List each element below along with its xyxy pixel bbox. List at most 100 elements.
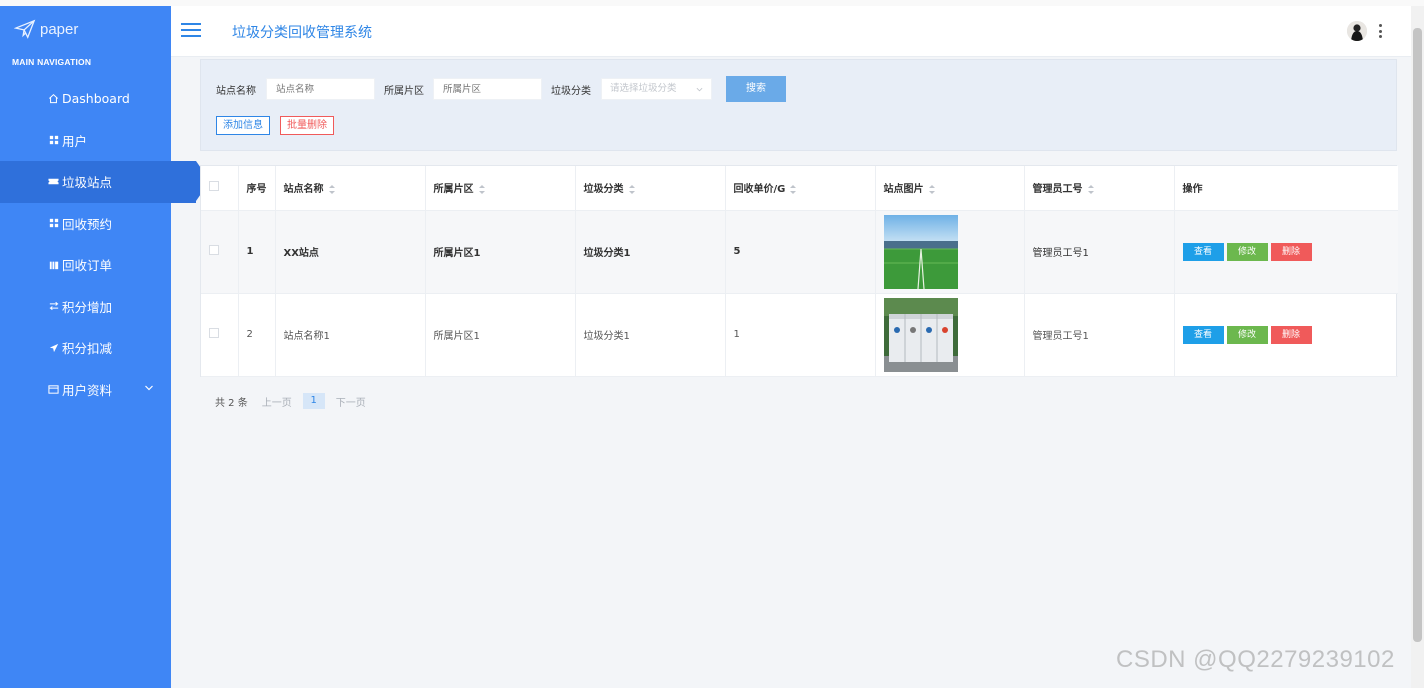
logo[interactable]: paper bbox=[14, 18, 78, 40]
sidebar-item-dashboard[interactable]: Dashboard bbox=[0, 78, 171, 120]
col-category-label: 垃圾分类 bbox=[583, 184, 624, 196]
sidebar-item-label: 用户资料 bbox=[62, 382, 113, 398]
sidebar-item-label: 回收订单 bbox=[62, 258, 113, 274]
category-label: 垃圾分类 bbox=[551, 86, 591, 97]
row-admin-id: 管理员工号1 bbox=[1024, 293, 1175, 377]
row-select-cell bbox=[201, 293, 239, 377]
sidebar-item-points-increase[interactable]: 积分增加 bbox=[0, 286, 171, 328]
search-button[interactable]: 搜索 bbox=[726, 76, 786, 102]
row-index: 2 bbox=[238, 293, 276, 377]
row-admin-id: 管理员工号1 bbox=[1024, 210, 1175, 294]
category-select-placeholder: 请选择垃圾分类 bbox=[610, 83, 677, 94]
row-category: 垃圾分类1 bbox=[575, 293, 726, 377]
station-name-label: 站点名称 bbox=[216, 86, 256, 97]
row-index: 1 bbox=[238, 210, 276, 294]
edit-button[interactable]: 修改 bbox=[1226, 325, 1268, 344]
delete-button[interactable]: 删除 bbox=[1270, 242, 1312, 261]
page-scrollbar[interactable] bbox=[1411, 6, 1424, 688]
sidebar-item-recycle-appointments[interactable]: 回收预约 bbox=[0, 203, 171, 245]
ticket-icon bbox=[47, 175, 60, 188]
row-category: 垃圾分类1 bbox=[575, 210, 726, 294]
col-price-label: 回收单价/G bbox=[733, 184, 786, 196]
col-station-name[interactable]: 站点名称 bbox=[275, 166, 426, 211]
sort-icon[interactable] bbox=[790, 184, 797, 194]
sort-icon[interactable] bbox=[328, 184, 335, 194]
col-image-label: 站点图片 bbox=[883, 184, 924, 196]
grid-icon bbox=[47, 134, 60, 147]
main-navigation: Dashboard 用户 垃圾站点 回收预约 回收订单 积分增加 积分扣减 用户… bbox=[0, 78, 210, 411]
col-admin-id[interactable]: 管理员工号 bbox=[1024, 166, 1175, 211]
col-area[interactable]: 所属片区 bbox=[425, 166, 576, 211]
row-area: 所属片区1 bbox=[425, 210, 576, 294]
grass-field-photo[interactable] bbox=[883, 214, 958, 289]
sort-icon[interactable] bbox=[1087, 184, 1094, 194]
add-info-button[interactable]: 添加信息 bbox=[216, 116, 270, 135]
area-input[interactable] bbox=[433, 78, 542, 100]
sidebar-item-points-deduct[interactable]: 积分扣减 bbox=[0, 327, 171, 369]
sort-icon[interactable] bbox=[928, 184, 935, 194]
prev-page-button[interactable]: 上一页 bbox=[262, 394, 292, 409]
logo-text: paper bbox=[40, 20, 79, 38]
menu-toggle-icon[interactable] bbox=[181, 23, 201, 39]
station-name-input[interactable] bbox=[266, 78, 375, 100]
area-label: 所属片区 bbox=[384, 86, 424, 97]
row-price: 1 bbox=[725, 293, 876, 377]
scrollbar-thumb[interactable] bbox=[1413, 28, 1422, 642]
col-admin-id-label: 管理员工号 bbox=[1032, 184, 1083, 196]
edit-button[interactable]: 修改 bbox=[1226, 242, 1268, 261]
table-header-row: 序号 站点名称 所属片区 垃圾分类 回收单价/G 站点图片 管理员工号 操作 bbox=[201, 166, 1398, 211]
recycling-bins-photo[interactable] bbox=[883, 297, 958, 372]
col-station-name-label: 站点名称 bbox=[283, 184, 324, 196]
watermark: CSDN @QQ2279239102 bbox=[1116, 646, 1395, 673]
select-all-checkbox[interactable] bbox=[209, 181, 219, 192]
sidebar: paper MAIN NAVIGATION Dashboard 用户 垃圾站点 … bbox=[0, 6, 210, 688]
next-page-button[interactable]: 下一页 bbox=[336, 394, 366, 409]
view-button[interactable]: 查看 bbox=[1182, 242, 1224, 261]
row-select-cell bbox=[201, 210, 239, 294]
row-checkbox[interactable] bbox=[209, 245, 219, 255]
row-area: 所属片区1 bbox=[425, 293, 576, 377]
view-button[interactable]: 查看 bbox=[1182, 325, 1224, 344]
select-all-cell bbox=[201, 166, 239, 211]
sidebar-item-garbage-stations[interactable]: 垃圾站点 bbox=[0, 161, 210, 203]
sidebar-item-label: 回收预约 bbox=[62, 216, 113, 232]
page-number-button[interactable]: 1 bbox=[302, 393, 325, 409]
col-index-label: 序号 bbox=[246, 184, 267, 196]
category-select[interactable]: 请选择垃圾分类 bbox=[601, 78, 712, 100]
col-price[interactable]: 回收单价/G bbox=[725, 166, 876, 211]
stations-table: 序号 站点名称 所属片区 垃圾分类 回收单价/G 站点图片 管理员工号 操作 1… bbox=[200, 165, 1398, 377]
row-checkbox[interactable] bbox=[209, 328, 219, 338]
total-count: 共 2 条 bbox=[215, 397, 248, 409]
more-options-icon[interactable] bbox=[1377, 24, 1383, 38]
nav-heading: MAIN NAVIGATION bbox=[12, 57, 92, 67]
table-row: 2 站点名称1 所属片区1 垃圾分类1 1 管理员工号1 查看 修改 删除 bbox=[201, 293, 1398, 377]
paper-plane-icon bbox=[14, 19, 36, 39]
col-category[interactable]: 垃圾分类 bbox=[575, 166, 726, 211]
sidebar-item-recycle-orders[interactable]: 回收订单 bbox=[0, 244, 171, 286]
sidebar-item-users[interactable]: 用户 bbox=[0, 120, 171, 162]
row-station-name: 站点名称1 bbox=[275, 293, 426, 377]
sidebar-item-label: 用户 bbox=[62, 133, 88, 149]
row-actions: 查看 修改 删除 bbox=[1174, 293, 1398, 377]
row-actions: 查看 修改 删除 bbox=[1174, 210, 1398, 294]
bars-icon bbox=[47, 258, 60, 271]
batch-delete-button[interactable]: 批量删除 bbox=[280, 116, 334, 135]
chevron-down-icon bbox=[145, 385, 153, 390]
sidebar-item-label: 积分增加 bbox=[62, 299, 113, 315]
sidebar-item-label: 垃圾站点 bbox=[62, 175, 113, 191]
avatar[interactable] bbox=[1347, 21, 1367, 41]
delete-button[interactable]: 删除 bbox=[1270, 325, 1312, 344]
row-image-cell bbox=[875, 210, 1025, 294]
sidebar-item-label: Dashboard bbox=[62, 91, 130, 107]
chevron-down-icon bbox=[696, 87, 703, 92]
grid-icon bbox=[47, 217, 60, 230]
row-image-cell bbox=[875, 293, 1025, 377]
sidebar-item-user-profile[interactable]: 用户资料 bbox=[0, 369, 171, 411]
row-station-name: XX站点 bbox=[275, 210, 426, 294]
row-price: 5 bbox=[725, 210, 876, 294]
col-image[interactable]: 站点图片 bbox=[875, 166, 1025, 211]
col-actions: 操作 bbox=[1174, 166, 1398, 211]
sort-icon[interactable] bbox=[478, 184, 485, 194]
home-icon bbox=[47, 92, 60, 105]
sort-icon[interactable] bbox=[628, 184, 635, 194]
